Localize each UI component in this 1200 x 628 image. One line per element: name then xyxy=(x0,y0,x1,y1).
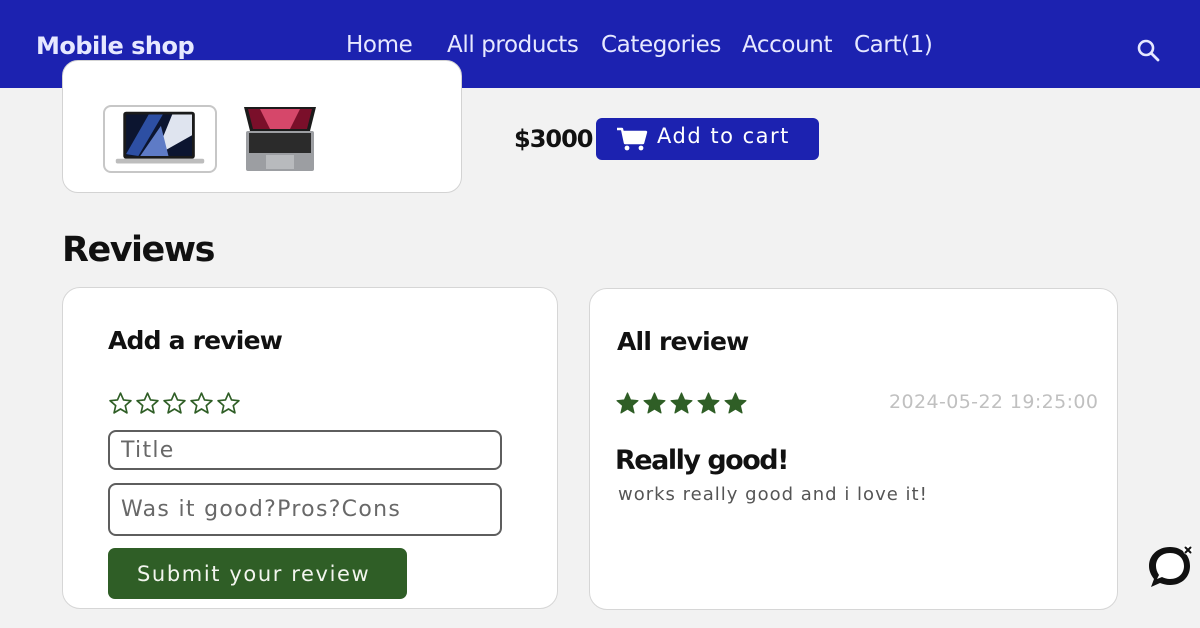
star-filled-icon xyxy=(724,392,747,414)
brand-logo[interactable]: Mobile shop xyxy=(36,32,195,60)
nav-home[interactable]: Home xyxy=(346,32,413,58)
review-title-input[interactable] xyxy=(108,430,502,470)
shopping-cart-icon xyxy=(617,127,648,151)
star-outline-icon[interactable] xyxy=(216,391,241,416)
star-filled-icon xyxy=(697,392,720,414)
laptop-image xyxy=(115,111,205,164)
rating-input xyxy=(108,391,241,416)
nav-categories[interactable]: Categories xyxy=(601,32,721,58)
star-outline-icon[interactable] xyxy=(189,391,214,416)
add-to-cart-button[interactable]: Add to cart xyxy=(596,118,819,160)
nav-all-products[interactable]: All products xyxy=(447,32,579,58)
star-filled-icon xyxy=(670,392,693,414)
laptop-keyboard-image xyxy=(244,107,316,171)
star-filled-icon xyxy=(616,392,639,414)
nav-cart[interactable]: Cart(1) xyxy=(854,32,933,58)
product-thumbnail-laptop-keyboard[interactable] xyxy=(240,105,354,173)
star-outline-icon[interactable] xyxy=(162,391,187,416)
review-body: works really good and i love it! xyxy=(618,484,928,505)
all-reviews-title: All review xyxy=(617,327,749,356)
submit-review-label: Submit your review xyxy=(137,562,371,586)
review-title: Really good! xyxy=(615,445,789,476)
review-rating xyxy=(615,391,748,416)
add-to-cart-label: Add to cart xyxy=(657,124,790,148)
star-outline-icon[interactable] xyxy=(135,391,160,416)
star-filled-icon xyxy=(643,392,666,414)
product-thumbnail-laptop-open[interactable] xyxy=(103,105,217,173)
submit-review-button[interactable]: Submit your review xyxy=(108,548,407,599)
search-icon[interactable] xyxy=(1136,38,1160,62)
product-price: $3000 xyxy=(514,125,593,153)
reviews-heading: Reviews xyxy=(62,230,215,270)
nav-account[interactable]: Account xyxy=(742,32,832,58)
all-reviews-card: All review 2024-05-22 19:25:00 Really go… xyxy=(589,288,1118,610)
review-body-input[interactable] xyxy=(108,483,502,536)
chat-bubble-icon[interactable] xyxy=(1146,544,1194,590)
add-review-card: Add a review Submit your review xyxy=(62,287,558,609)
review-date: 2024-05-22 19:25:00 xyxy=(889,391,1099,413)
product-gallery xyxy=(62,60,462,193)
star-outline-icon[interactable] xyxy=(108,391,133,416)
add-review-title: Add a review xyxy=(108,326,283,355)
